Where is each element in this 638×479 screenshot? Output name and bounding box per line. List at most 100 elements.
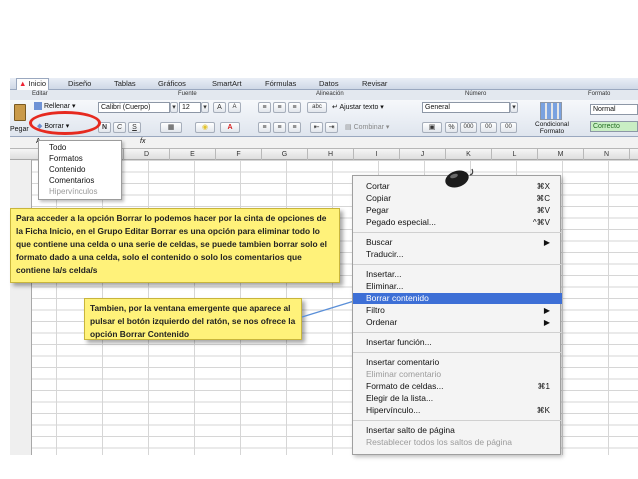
- borrar-dropdown-menu: Todo Formatos Contenido Comentarios Hipe…: [38, 140, 122, 200]
- align-left-button[interactable]: ≡: [258, 122, 271, 133]
- menu-item-traducir[interactable]: Traducir...: [353, 249, 562, 260]
- wrap-text-button[interactable]: ↵ Ajustar texto ▾: [332, 103, 384, 111]
- column-header[interactable]: G: [262, 149, 308, 160]
- menu-item-pegado-especial[interactable]: Pegado especial... ^⌘V: [353, 217, 562, 228]
- currency-icon: ▣: [428, 124, 436, 131]
- orientation-button[interactable]: abc: [307, 102, 327, 113]
- number-format-select[interactable]: General: [422, 102, 510, 113]
- menu-item-hipervinculo[interactable]: Hipervínculo... ⌘K: [353, 405, 562, 416]
- highlight-circle: [29, 111, 101, 135]
- submenu-arrow-icon: ▶: [543, 238, 550, 247]
- thousands-button[interactable]: 000: [460, 122, 477, 133]
- row-headers[interactable]: [10, 160, 32, 455]
- align-center-button[interactable]: ≡: [273, 122, 286, 133]
- align-center-icon: ≡: [277, 124, 282, 131]
- align-left-icon: ≡: [262, 124, 267, 131]
- menu-item-ordenar[interactable]: Ordenar ▶: [353, 317, 562, 328]
- menu-separator: [353, 332, 562, 333]
- percent-button[interactable]: %: [445, 122, 458, 133]
- fill-color-button[interactable]: ◉: [195, 122, 215, 133]
- paste-button[interactable]: Pegar: [10, 102, 32, 136]
- menu-item-eliminar[interactable]: Eliminar...: [353, 281, 562, 292]
- style-correcto[interactable]: Correcto: [590, 121, 638, 132]
- font-size-select[interactable]: 12: [179, 102, 201, 113]
- decrease-indent-button[interactable]: ⇤: [310, 122, 323, 133]
- font-name-select[interactable]: Calibri (Cuerpo): [98, 102, 170, 113]
- group-label-formato: Formato: [588, 91, 611, 97]
- menu-item-borrar-contenido[interactable]: Borrar contenido: [353, 293, 562, 304]
- tab-revisar[interactable]: Revisar: [360, 79, 389, 90]
- callout-note-context-menu: Tambien, por la ventana emergente que ap…: [84, 298, 302, 340]
- merge-button[interactable]: ▤ Combinar ▾: [345, 123, 389, 131]
- group-label-alineacion: Alineación: [316, 91, 344, 97]
- tab-formulas[interactable]: Fórmulas: [263, 79, 298, 90]
- underline-button[interactable]: S: [128, 122, 141, 133]
- align-top-button[interactable]: ≡: [258, 102, 271, 113]
- borrar-item-todo[interactable]: Todo: [49, 143, 66, 152]
- font-color-button[interactable]: A: [220, 122, 240, 133]
- conditional-format-icon[interactable]: [540, 102, 562, 120]
- menu-item-insertar[interactable]: Insertar...: [353, 269, 562, 280]
- menu-item-formato-celdas[interactable]: Formato de celdas... ⌘1: [353, 381, 562, 392]
- font-name-dropdown[interactable]: ▾: [170, 102, 178, 113]
- borders-button[interactable]: ▦: [160, 122, 182, 133]
- increase-indent-button[interactable]: ⇥: [325, 122, 338, 133]
- italic-button[interactable]: C: [113, 122, 126, 133]
- shrink-font-button[interactable]: A: [228, 102, 241, 113]
- align-middle-button[interactable]: ≡: [273, 102, 286, 113]
- menu-item-buscar[interactable]: Buscar ▶: [353, 237, 562, 248]
- menu-item-insertar-comentario[interactable]: Insertar comentario: [353, 357, 562, 368]
- tab-tablas[interactable]: Tablas: [112, 79, 138, 90]
- wrap-text-icon: ↵: [332, 104, 338, 111]
- column-header[interactable]: M: [538, 149, 584, 160]
- group-label-numero: Número: [465, 91, 487, 97]
- home-icon: ▲: [19, 79, 27, 88]
- menu-item-copiar[interactable]: Copiar ⌘C: [353, 193, 562, 204]
- borrar-item-comentarios[interactable]: Comentarios: [49, 176, 94, 185]
- tab-inicio[interactable]: ▲ Inicio: [16, 78, 50, 90]
- column-header[interactable]: N: [584, 149, 630, 160]
- number-format-dropdown[interactable]: ▾: [510, 102, 518, 113]
- grow-font-button[interactable]: A: [213, 102, 226, 113]
- column-header[interactable]: H: [308, 149, 354, 160]
- menu-separator: [353, 352, 562, 353]
- paint-bucket-icon: ◉: [201, 124, 209, 131]
- tab-diseno[interactable]: Diseño: [66, 79, 93, 90]
- menu-item-pegar[interactable]: Pegar ⌘V: [353, 205, 562, 216]
- column-header[interactable]: F: [216, 149, 262, 160]
- menu-item-restablecer-saltos: Restablecer todos los saltos de página: [366, 437, 513, 447]
- menu-item-elegir-lista[interactable]: Elegir de la lista...: [353, 393, 562, 404]
- column-header[interactable]: I: [354, 149, 400, 160]
- group-label-editar: Editar: [32, 91, 48, 97]
- ribbon-tab-bar: ▲ Inicio Diseño Tablas Gráficos SmartArt…: [10, 78, 638, 90]
- tab-smartart[interactable]: SmartArt: [210, 79, 244, 90]
- align-bottom-button[interactable]: ≡: [288, 102, 301, 113]
- menu-item-insertar-salto[interactable]: Insertar salto de página: [353, 425, 562, 436]
- style-normal[interactable]: Normal: [590, 104, 638, 115]
- currency-button[interactable]: ▣: [422, 122, 442, 133]
- ribbon-group-labels: Editar Fuente Alineación Número Formato: [10, 90, 638, 100]
- column-header[interactable]: D: [124, 149, 170, 160]
- menu-item-filtro[interactable]: Filtro ▶: [353, 305, 562, 316]
- font-size-dropdown[interactable]: ▾: [201, 102, 209, 113]
- borrar-item-contenido[interactable]: Contenido: [49, 165, 85, 174]
- callout-note-ribbon: Para acceder a la opción Borrar lo podem…: [10, 208, 340, 283]
- column-header[interactable]: L: [492, 149, 538, 160]
- column-header[interactable]: E: [170, 149, 216, 160]
- decrease-decimals-button[interactable]: 00: [500, 122, 517, 133]
- tab-datos[interactable]: Datos: [317, 79, 341, 90]
- tab-graficos[interactable]: Gráficos: [156, 79, 188, 90]
- column-header[interactable]: K: [446, 149, 492, 160]
- function-icon[interactable]: fx: [140, 138, 145, 145]
- column-header[interactable]: J: [400, 149, 446, 160]
- borrar-item-hipervinculos: Hipervínculos: [49, 187, 98, 196]
- menu-separator: [353, 232, 562, 233]
- decrease-indent-icon: ⇤: [313, 124, 320, 131]
- fill-button[interactable]: Rellenar ▾: [34, 102, 76, 111]
- menu-separator: [353, 420, 562, 421]
- increase-decimals-button[interactable]: 00: [480, 122, 497, 133]
- borrar-item-formatos[interactable]: Formatos: [49, 154, 83, 163]
- align-right-button[interactable]: ≡: [288, 122, 301, 133]
- menu-item-insertar-funcion[interactable]: Insertar función...: [353, 337, 562, 348]
- fill-icon: [34, 102, 42, 111]
